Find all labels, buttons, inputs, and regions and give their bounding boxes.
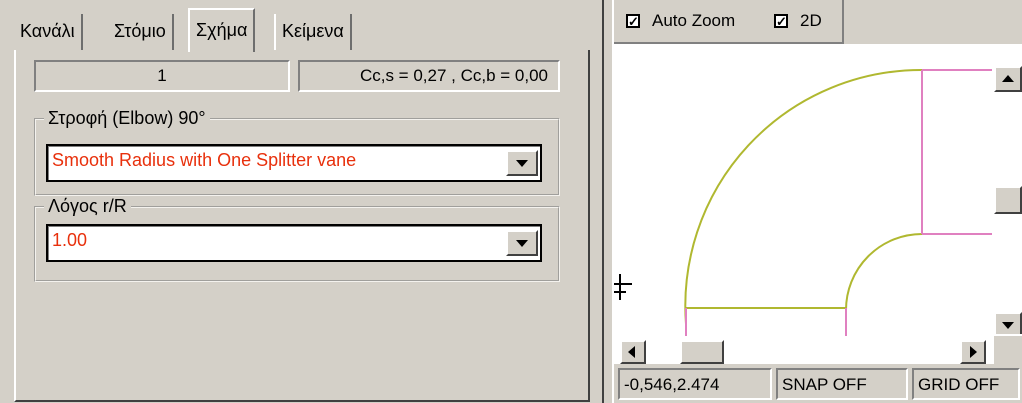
status-bar: -0,546,2.474 SNAP OFF GRID OFF	[614, 364, 1022, 403]
elbow-type-dropdown-button[interactable]	[506, 150, 538, 176]
origin-marker-icon	[614, 274, 632, 300]
ratio-select[interactable]: 1.00	[46, 224, 542, 262]
auto-zoom-checkbox[interactable]: ✓	[626, 14, 640, 28]
2d-checkbox[interactable]: ✓	[774, 14, 788, 28]
elbow-type-select[interactable]: Smooth Radius with One Splitter vane	[46, 144, 542, 182]
tab-label: Σχήμα	[196, 20, 248, 40]
arrow-up-icon	[1002, 75, 1014, 82]
tab-label: Κείμενα	[282, 21, 344, 41]
scroll-up-button[interactable]	[994, 66, 1022, 92]
view-toolbar: ✓ Auto Zoom ✓ 2D	[614, 0, 844, 44]
snap-status[interactable]: SNAP OFF	[776, 368, 908, 400]
ratio-group-legend: Λόγος r/R	[48, 196, 127, 216]
elbow-group-legend: Στροφή (Elbow) 90°	[48, 108, 206, 128]
auto-zoom-label: Auto Zoom	[652, 11, 736, 30]
scrollbar-corner	[992, 334, 1022, 364]
elbow-type-value: Smooth Radius with One Splitter vane	[52, 150, 357, 170]
index-field: 1	[34, 60, 290, 92]
vertical-scroll-thumb[interactable]	[994, 186, 1022, 214]
2d-label: 2D	[800, 11, 822, 30]
arrow-left-icon	[628, 346, 635, 358]
arrow-right-icon	[970, 346, 977, 358]
chevron-down-icon	[516, 160, 528, 167]
elbow-outer-arc	[684, 68, 923, 325]
tab-outlet[interactable]: Στόμιο	[108, 14, 174, 50]
tab-shape[interactable]: Σχήμα	[188, 8, 256, 52]
scroll-left-button[interactable]	[620, 340, 646, 364]
tab-page-shape: 1 Cc,s = 0,27 , Cc,b = 0,00 Στροφή (Elbo…	[14, 50, 590, 402]
tab-texts[interactable]: Κείμενα	[274, 14, 352, 50]
grid-status[interactable]: GRID OFF	[912, 368, 1020, 400]
index-value: 1	[157, 66, 167, 85]
tab-channel[interactable]: Κανάλι	[14, 14, 83, 50]
drawing-panel: ✓ Auto Zoom ✓ 2D -0,546,2.474 SNAP OFF G…	[614, 0, 1022, 403]
elbow-drawing	[614, 68, 992, 336]
coefficients-field: Cc,s = 0,27 , Cc,b = 0,00	[298, 60, 560, 92]
ratio-dropdown-button[interactable]	[506, 230, 538, 256]
elbow-inner-arc	[845, 233, 923, 311]
tab-label: Κανάλι	[20, 21, 75, 41]
cursor-coordinates: -0,546,2.474	[618, 368, 772, 400]
drawing-canvas[interactable]	[614, 44, 992, 364]
arrow-down-icon	[1002, 322, 1014, 329]
scroll-right-button[interactable]	[960, 340, 986, 364]
chevron-down-icon	[516, 240, 528, 247]
ratio-value: 1.00	[52, 230, 88, 250]
shape-properties-panel: Κανάλι Στόμιο Σχήμα Κείμενα 1 Cc,s = 0,2…	[0, 0, 602, 403]
panel-splitter[interactable]	[602, 0, 614, 403]
coefficients-value: Cc,s = 0,27 , Cc,b = 0,00	[359, 66, 548, 85]
tab-label: Στόμιο	[114, 21, 166, 41]
vertical-scrollbar[interactable]	[992, 44, 1022, 364]
horizontal-scroll-thumb[interactable]	[680, 340, 724, 364]
horizontal-scrollbar[interactable]	[614, 340, 992, 364]
